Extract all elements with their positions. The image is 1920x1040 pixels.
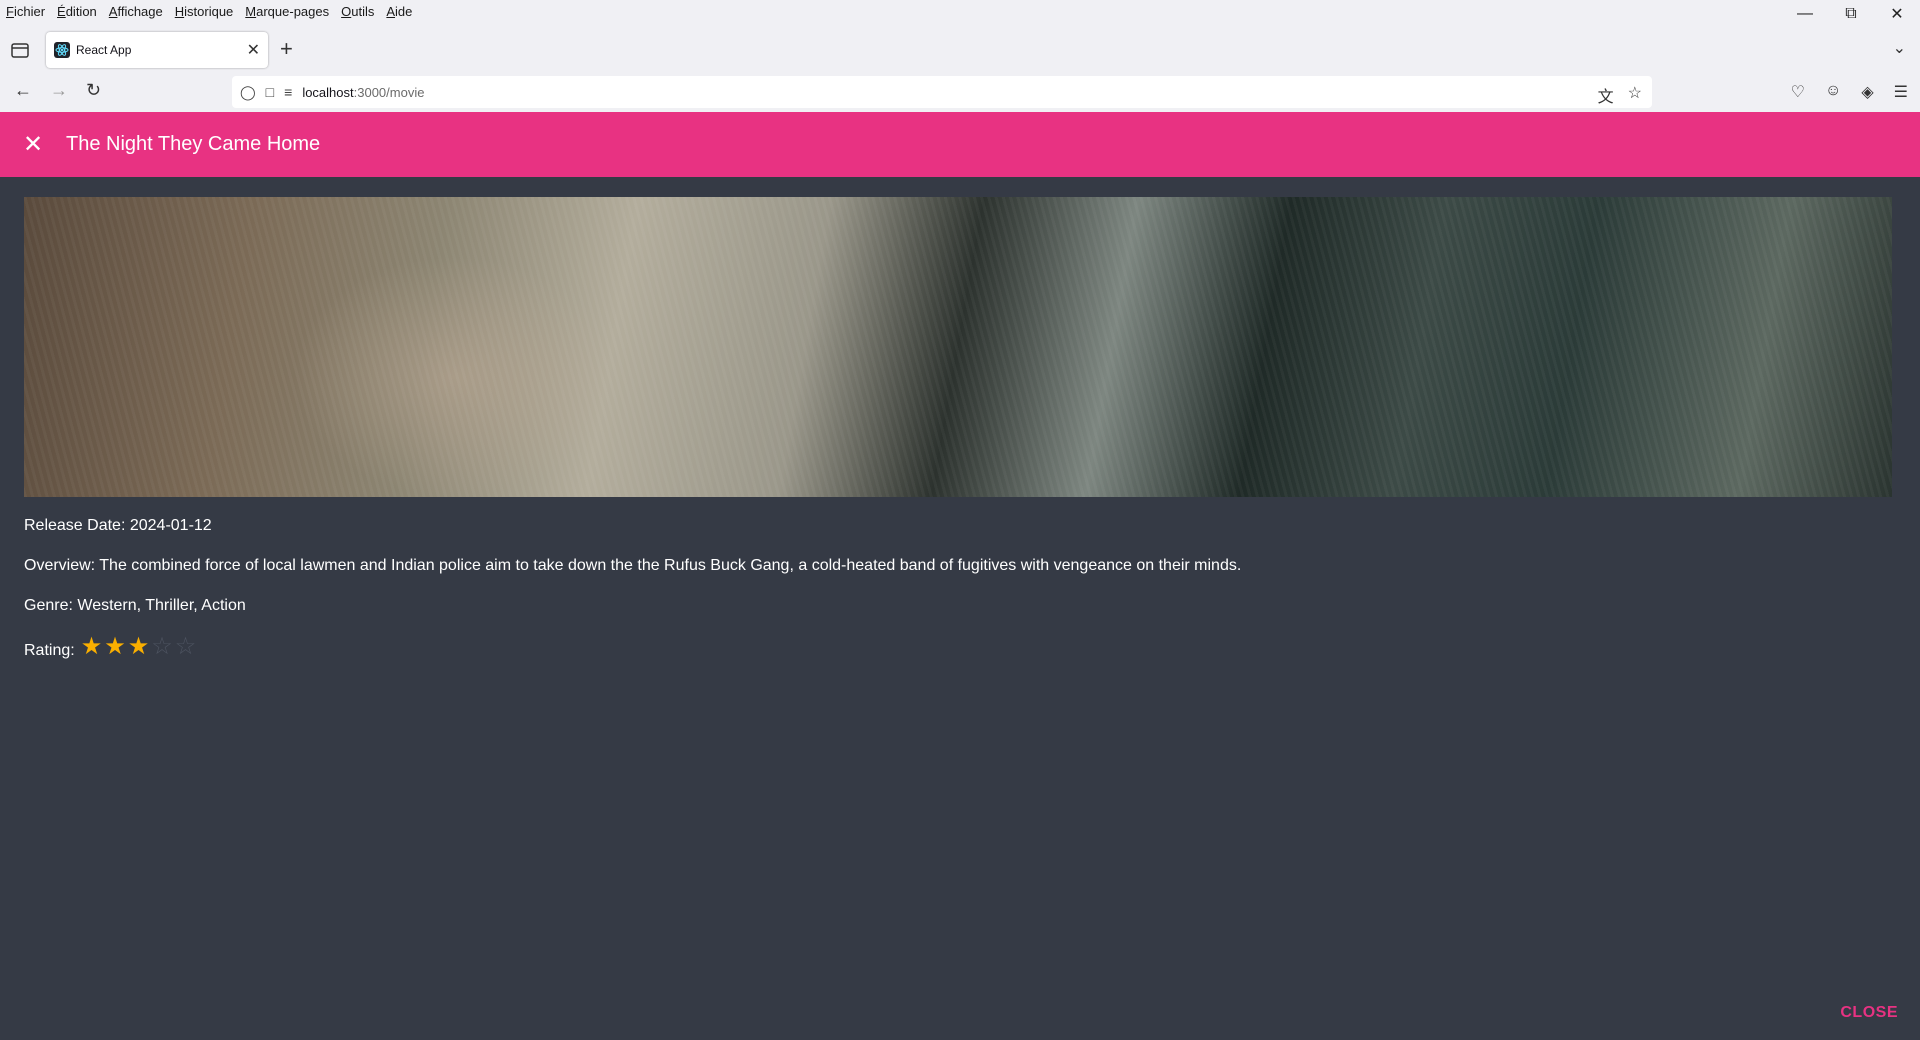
browser-chrome: Fichier Édition Affichage Historique Mar…	[0, 0, 1920, 112]
url-path: :3000/movie	[353, 84, 425, 100]
reload-icon[interactable]: ↻	[86, 80, 101, 101]
overview-text: The combined force of local lawmen and I…	[99, 557, 1242, 574]
bookmark-star-icon[interactable]: ☆	[1628, 83, 1642, 107]
overview-label: Overview:	[24, 557, 96, 574]
back-icon[interactable]: ←	[14, 80, 32, 101]
minimize-icon[interactable]: —	[1782, 0, 1828, 28]
release-date-line: Release Date: 2024-01-12	[24, 517, 212, 535]
star-filled-icon: ★	[127, 633, 150, 660]
genre-value: Western, Thriller, Action	[77, 597, 246, 614]
menu-bar: Fichier Édition Affichage Historique Mar…	[0, 0, 1920, 22]
release-date-value: 2024-01-12	[129, 517, 212, 534]
translate-icon[interactable]: 文	[1598, 83, 1614, 107]
movie-title: The Night They Came Home	[66, 133, 321, 155]
window-controls: — ⧉ ✕	[1782, 0, 1920, 28]
restore-icon[interactable]: ⧉	[1828, 0, 1874, 28]
star-filled-icon: ★	[104, 633, 126, 660]
tab-strip: React App ✕ + ⌄	[0, 30, 1920, 70]
menu-hamburger-icon[interactable]: ☰	[1894, 82, 1908, 102]
extensions-icon[interactable]: ◈	[1861, 82, 1873, 102]
firefox-view-icon[interactable]	[10, 41, 30, 59]
tracking-protection-icon[interactable]: ◯	[240, 84, 256, 101]
rating-line: Rating: ★★★☆☆	[24, 632, 196, 661]
url-host: localhost	[302, 84, 354, 100]
tab-react-app[interactable]: React App ✕	[46, 32, 268, 68]
url-actions: 文 ☆	[1598, 83, 1642, 107]
dialog-content: Release Date: 2024-01-12 Overview: The c…	[0, 177, 1920, 1040]
page-icon[interactable]: □	[266, 84, 274, 100]
genre-line: Genre: Western, Thriller, Action	[24, 597, 246, 615]
star-filled-icon: ★	[80, 633, 103, 660]
new-tab-icon[interactable]: +	[280, 36, 293, 62]
toolbar-right: ♡ ☺ ◈ ☰	[1791, 82, 1908, 102]
rating-label: Rating:	[24, 641, 75, 659]
nav-bar: ← → ↻ ◯ □ ≡ localhost:3000/movie 文 ☆ ♡ ☺…	[0, 72, 1920, 112]
menu-fichier[interactable]: Fichier	[6, 4, 45, 19]
genre-label: Genre:	[24, 597, 73, 614]
chevron-down-icon[interactable]: ⌄	[1893, 38, 1906, 58]
menu-marque-pages[interactable]: Marque-pages	[245, 4, 329, 19]
release-date-label: Release Date:	[24, 517, 126, 534]
window-close-icon[interactable]: ✕	[1874, 0, 1920, 28]
menu-affichage[interactable]: Affichage	[109, 4, 163, 19]
tab-title: React App	[76, 43, 132, 57]
menu-historique[interactable]: Historique	[175, 4, 234, 19]
menu-aide[interactable]: Aide	[386, 4, 412, 19]
dialog-app-bar: ✕ The Night They Came Home	[0, 112, 1920, 177]
close-icon[interactable]: ✕	[22, 131, 44, 158]
star-empty-icon: ☆	[151, 633, 173, 660]
account-icon[interactable]: ☺	[1825, 82, 1841, 102]
permissions-icon[interactable]: ≡	[284, 84, 292, 100]
rating-stars: ★★★☆☆	[79, 632, 197, 661]
overview-line: Overview: The combined force of local la…	[24, 557, 1241, 575]
url-bar[interactable]: ◯ □ ≡ localhost:3000/movie 文 ☆	[232, 76, 1652, 108]
star-empty-icon: ☆	[174, 633, 197, 660]
forward-icon[interactable]: →	[50, 80, 68, 101]
react-favicon-icon	[54, 42, 70, 58]
menu-edition[interactable]: Édition	[57, 4, 97, 19]
pocket-icon[interactable]: ♡	[1791, 82, 1805, 102]
menu-outils[interactable]: Outils	[341, 4, 374, 19]
close-button[interactable]: CLOSE	[1840, 1004, 1898, 1022]
tab-close-icon[interactable]: ✕	[247, 40, 260, 60]
movie-backdrop-image	[24, 197, 1892, 497]
